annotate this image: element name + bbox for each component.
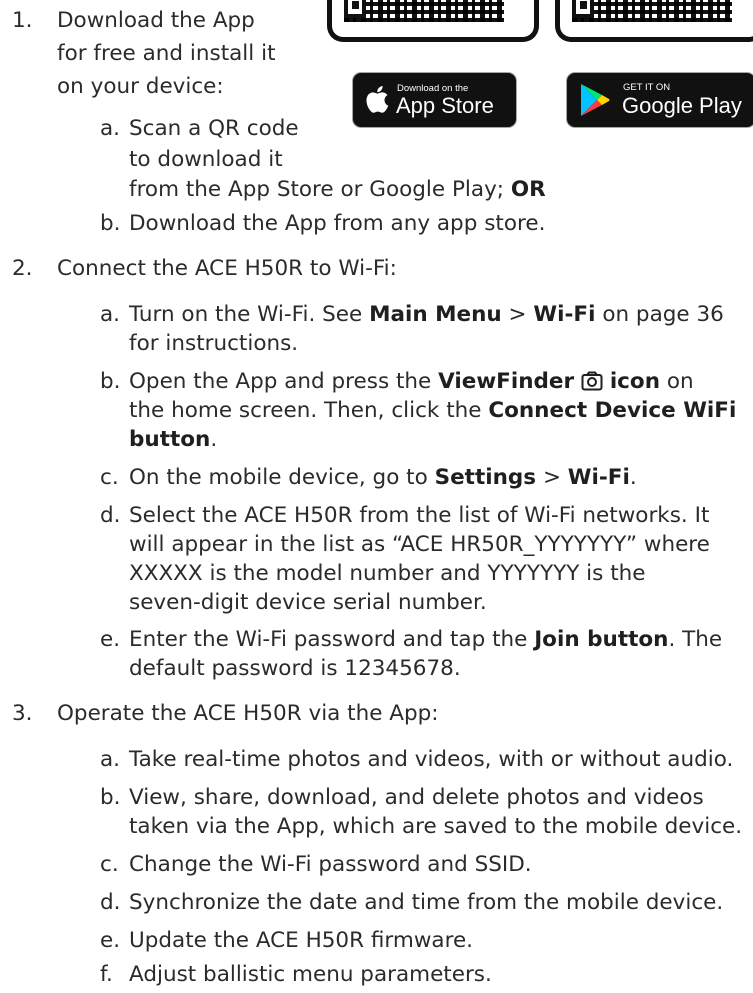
step-2a-line-1: Turn on the Wi-Fi. See Main Menu > Wi-Fi… xyxy=(129,302,724,328)
step-3e-text: Update the ACE H50R firmware. xyxy=(129,928,474,953)
step-2e-t2: . The xyxy=(668,627,723,652)
qr-finder-marker xyxy=(572,0,594,18)
step-2d-line-3: XXXXX is the model number and YYYYYYY is… xyxy=(129,561,646,586)
step-2c-t2: > xyxy=(536,465,568,490)
step-1b-letter: b. xyxy=(100,211,121,236)
step-2c-line: On the mobile device, go to Settings > W… xyxy=(129,465,637,491)
step-3d-letter: d. xyxy=(100,890,121,915)
qr-finder-marker xyxy=(344,0,366,18)
step-2a-letter: a. xyxy=(100,302,121,327)
google-play-badge-caption: GET IT ON xyxy=(623,82,671,93)
step-1a-letter: a. xyxy=(100,116,121,141)
or-emphasis: OR xyxy=(510,177,546,202)
step-3b-line-2: taken via the App, which are saved to th… xyxy=(129,814,743,839)
step-2b-line-1: Open the App and press the ViewFinder ic… xyxy=(129,369,694,395)
step-3a-letter: a. xyxy=(100,747,121,772)
join-button-ref: Join button xyxy=(534,627,669,652)
qr-pattern xyxy=(344,0,504,22)
step-2c-t1: On the mobile device, go to xyxy=(129,465,435,490)
step-1a-line-3: from the App Store or Google Play; OR xyxy=(129,177,546,203)
google-play-logo-icon xyxy=(581,84,610,116)
app-store-badge-title: App Store xyxy=(396,93,494,118)
step-2-number: 2. xyxy=(12,256,33,281)
step-3-text: Operate the ACE H50R via the App: xyxy=(57,701,439,726)
button-ref: button xyxy=(129,427,211,452)
google-play-qr-code xyxy=(555,0,753,42)
step-2d-line-2: will appear in the list as “ACE HR50R_YY… xyxy=(129,532,710,557)
camera-icon xyxy=(581,371,603,391)
qr-pattern xyxy=(572,0,732,22)
step-2b-t2: on xyxy=(660,369,694,394)
step-3b-letter: b. xyxy=(100,785,121,810)
google-play-badge-title: Google Play xyxy=(622,93,742,118)
google-play-badge[interactable]: GET IT ON Google Play xyxy=(566,72,753,128)
step-2b-l3-text: . xyxy=(210,427,218,452)
step-3c-letter: c. xyxy=(100,852,119,877)
step-3e-letter: e. xyxy=(100,928,121,953)
apple-logo-icon xyxy=(366,86,389,113)
wifi-ref: Wi-Fi xyxy=(533,302,596,327)
step-3f-letter: f. xyxy=(100,962,113,987)
step-2a-line-2: for instructions. xyxy=(129,331,299,356)
step-2d-letter: d. xyxy=(100,503,121,528)
icon-ref: icon xyxy=(609,369,661,394)
step-2e-line-1: Enter the Wi-Fi password and tap the Joi… xyxy=(129,627,722,653)
step-1a-line-1: Scan a QR code xyxy=(129,116,299,141)
step-2b-l2-text: the home screen. Then, click the xyxy=(129,398,489,423)
step-2e-letter: e. xyxy=(100,627,121,652)
step-3c-text: Change the Wi-Fi password and SSID. xyxy=(129,852,532,877)
step-2a-t2: > xyxy=(501,302,534,327)
step-1-number: 1. xyxy=(12,8,33,33)
step-2a-t3: on page 36 xyxy=(595,302,724,327)
settings-ref: Settings xyxy=(434,465,537,490)
step-2a-t1: Turn on the Wi-Fi. See xyxy=(129,302,370,327)
wifi-settings-ref: Wi-Fi xyxy=(567,465,630,490)
step-1a-line-2: to download it xyxy=(129,147,283,172)
step-3b-line-1: View, share, download, and delete photos… xyxy=(129,785,704,810)
step-2-text: Connect the ACE H50R to Wi-Fi: xyxy=(57,256,397,281)
step-2b-line-3: button. xyxy=(129,427,217,453)
step-2e-t1: Enter the Wi-Fi password and tap the xyxy=(129,627,535,652)
step-1-line-3: on your device: xyxy=(57,74,224,99)
step-2d-line-4: seven-digit device serial number. xyxy=(129,590,487,615)
step-3a-text: Take real-time photos and videos, with o… xyxy=(129,747,734,772)
step-1-line-2: for free and install it xyxy=(57,41,276,66)
step-1a-line-3-text: from the App Store or Google Play; xyxy=(129,177,511,202)
step-3d-text: Synchronize the date and time from the m… xyxy=(129,890,724,915)
app-store-qr-code xyxy=(327,0,539,42)
step-1b-text: Download the App from any app store. xyxy=(129,211,546,236)
step-2d-line-1: Select the ACE H50R from the list of Wi-… xyxy=(129,503,710,528)
app-store-badge[interactable]: Download on the App Store xyxy=(352,72,517,128)
main-menu-ref: Main Menu xyxy=(369,302,502,327)
viewfinder-ref: ViewFinder xyxy=(438,369,575,394)
step-2c-t3: . xyxy=(629,465,637,490)
step-2c-letter: c. xyxy=(100,465,119,490)
step-2b-letter: b. xyxy=(100,369,121,394)
step-3-number: 3. xyxy=(12,701,33,726)
step-2e-line-2: default password is 12345678. xyxy=(129,656,461,681)
step-1-line-1: Download the App xyxy=(57,8,255,33)
step-2b-t1: Open the App and press the xyxy=(129,369,439,394)
step-3f-text: Adjust ballistic menu parameters. xyxy=(129,962,492,987)
step-2b-line-2: the home screen. Then, click the Connect… xyxy=(129,398,736,424)
connect-device-wifi-ref: Connect Device WiFi xyxy=(488,398,737,423)
